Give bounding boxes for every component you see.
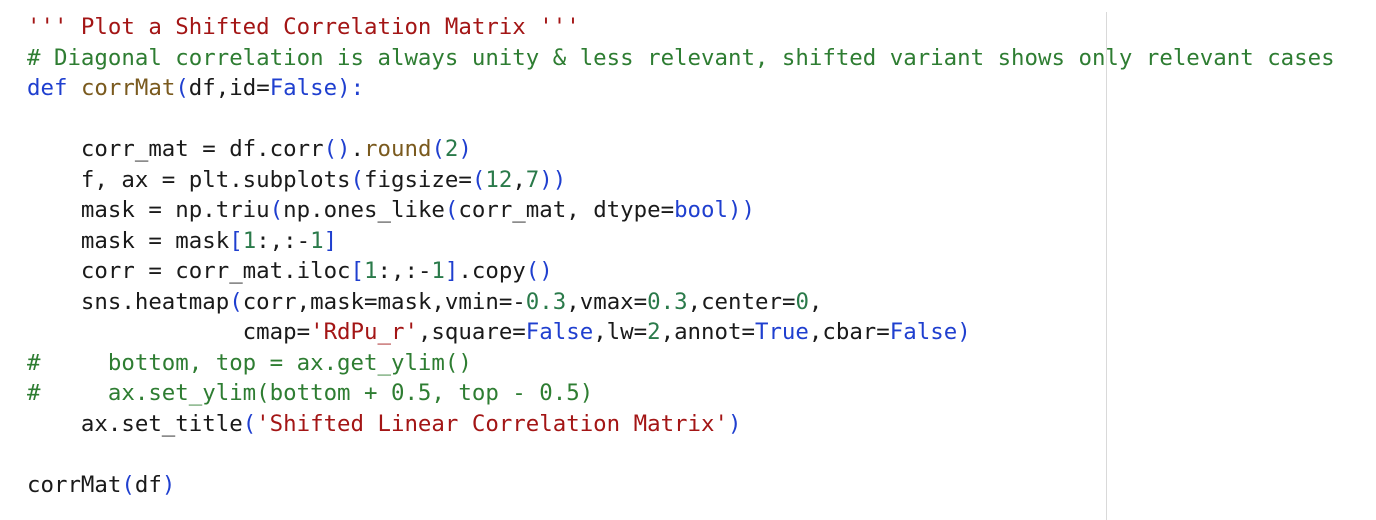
line-length-ruler [1106, 12, 1107, 520]
code-token-bracket: ( [229, 288, 243, 315]
code-token-plain: ,center= [687, 288, 796, 315]
code-token-plain: :,:- [377, 258, 432, 284]
code-token-keyword: bool [674, 197, 728, 223]
code-token-plain: . [350, 136, 365, 162]
code-token-number: 7 [525, 166, 540, 193]
code-token-bracket: ] [323, 227, 338, 254]
code-token-keyword: False [525, 319, 594, 345]
code-token-plain: corr_mat = df.corr [27, 136, 324, 162]
code-token-func: corrMat [80, 75, 176, 101]
code-token-plain: , [512, 166, 526, 193]
code-token-number: 1 [364, 258, 378, 284]
code-line: ''' Plot a Shifted Correlation Matrix ''… [27, 12, 1335, 43]
code-token-string: 'Shifted Linear Correlation Matrix' [256, 410, 728, 437]
code-token-plain: corr,mask=mask,vmin=- [242, 288, 526, 315]
code-line: corrMat(df) [27, 470, 1335, 501]
code-token-bracket: )) [728, 197, 755, 223]
code-line: def corrMat(df,id=False): [27, 73, 1335, 104]
code-token-comment: # Diagonal correlation is always unity &… [27, 44, 1335, 71]
code-token-comment: # bottom, top = ax.get_ylim() [27, 349, 472, 376]
code-token-bracket: ) [727, 410, 742, 437]
code-token-number: 2 [647, 319, 661, 345]
code-token-keyword: False [269, 75, 338, 101]
code-token-bracket: ( [431, 136, 445, 162]
code-token-bracket: () [323, 136, 351, 162]
code-token-keyword: False [889, 319, 958, 345]
code-token-keyword: True [754, 319, 809, 345]
code-token-plain: cmap= [27, 319, 311, 345]
code-line: mask = np.triu(np.ones_like(corr_mat, dt… [27, 195, 1335, 226]
code-token-plain: np.ones_like [283, 197, 445, 223]
code-line: # ax.set_ylim(bottom + 0.5, top - 0.5) [27, 378, 1335, 409]
code-token-string: 'RdPu_r' [310, 319, 418, 345]
code-line: cmap='RdPu_r',square=False,lw=2,annot=Tr… [27, 317, 1335, 348]
code-token-number: 1 [310, 227, 324, 254]
code-token-number: 0.3 [525, 288, 567, 315]
code-token-plain: corrMat [27, 471, 122, 498]
code-token-bracket: [ [229, 227, 243, 254]
code-line: ax.set_title('Shifted Linear Correlation… [27, 409, 1335, 440]
code-token-bracket: ( [121, 471, 135, 498]
code-token-number: 1 [242, 227, 257, 254]
code-token-plain: figsize= [364, 166, 472, 193]
code-token-plain: mask = np.triu [27, 197, 270, 223]
code-line: sns.heatmap(corr,mask=mask,vmin=-0.3,vma… [27, 287, 1335, 318]
code-line: corr = corr_mat.iloc[1:,:-1].copy() [27, 256, 1335, 287]
code-token-bracket: ) [458, 136, 472, 162]
code-token-plain: ax.set_title [27, 410, 243, 437]
code-token-bracket: ): [337, 75, 365, 101]
code-token-bracket: ] [444, 258, 459, 284]
code-token-plain: ,vmax= [566, 288, 648, 315]
code-line: # Diagonal correlation is always unity &… [27, 43, 1335, 74]
code-token-plain: corr_mat, dtype= [458, 197, 675, 223]
code-token-number: 1 [431, 258, 445, 284]
code-token-bracket: ( [269, 197, 284, 223]
code-token-plain: ,annot= [660, 319, 755, 345]
code-token-plain: df,id= [188, 75, 270, 101]
code-token-plain: ,lw= [593, 319, 648, 345]
code-token-plain: :,:- [256, 227, 311, 254]
code-token-number: 2 [444, 136, 459, 162]
code-token-bracket: ( [350, 166, 365, 193]
code-token-bracket: ( [471, 166, 486, 193]
code-line: corr_mat = df.corr().round(2) [27, 134, 1335, 165]
code-token-bracket: [ [350, 258, 365, 284]
code-token-bracket: ( [242, 410, 257, 437]
code-line: f, ax = plt.subplots(figsize=(12,7)) [27, 165, 1335, 196]
code-token-bracket: ) [957, 319, 971, 345]
code-token-plain: df [134, 471, 162, 498]
code-token-bracket: ( [444, 197, 459, 223]
code-token-number: 12 [485, 166, 513, 193]
code-token-func: round [364, 136, 432, 162]
code-token-bracket: ( [175, 75, 189, 101]
code-token-plain: f, ax = plt.subplots [27, 166, 351, 193]
code-token-number: 0 [795, 288, 809, 315]
code-token-plain: ,cbar= [808, 319, 890, 345]
code-token-string: ''' Plot a Shifted Correlation Matrix ''… [27, 14, 580, 40]
code-token-plain: sns.heatmap [27, 288, 230, 315]
code-token-bracket: )) [539, 166, 567, 193]
code-token-comment: # ax.set_ylim(bottom + 0.5, top - 0.5) [27, 380, 594, 406]
code-line: mask = mask[1:,:-1] [27, 226, 1335, 257]
code-editor[interactable]: ''' Plot a Shifted Correlation Matrix ''… [27, 12, 1335, 500]
code-cell[interactable]: ''' Plot a Shifted Correlation Matrix ''… [0, 0, 1376, 520]
code-token-keyword: def [27, 75, 68, 101]
code-token-bracket: ) [161, 471, 176, 498]
code-token-plain: .copy [458, 258, 526, 284]
code-token-plain: ,square= [417, 319, 526, 345]
code-token-bracket: () [525, 258, 553, 284]
code-token-plain: mask = mask [27, 227, 230, 254]
code-token-plain: corr = corr_mat.iloc [27, 258, 351, 284]
code-token-number: 0.3 [647, 288, 688, 315]
code-token-plain: , [808, 288, 823, 315]
code-line: # bottom, top = ax.get_ylim() [27, 348, 1335, 379]
